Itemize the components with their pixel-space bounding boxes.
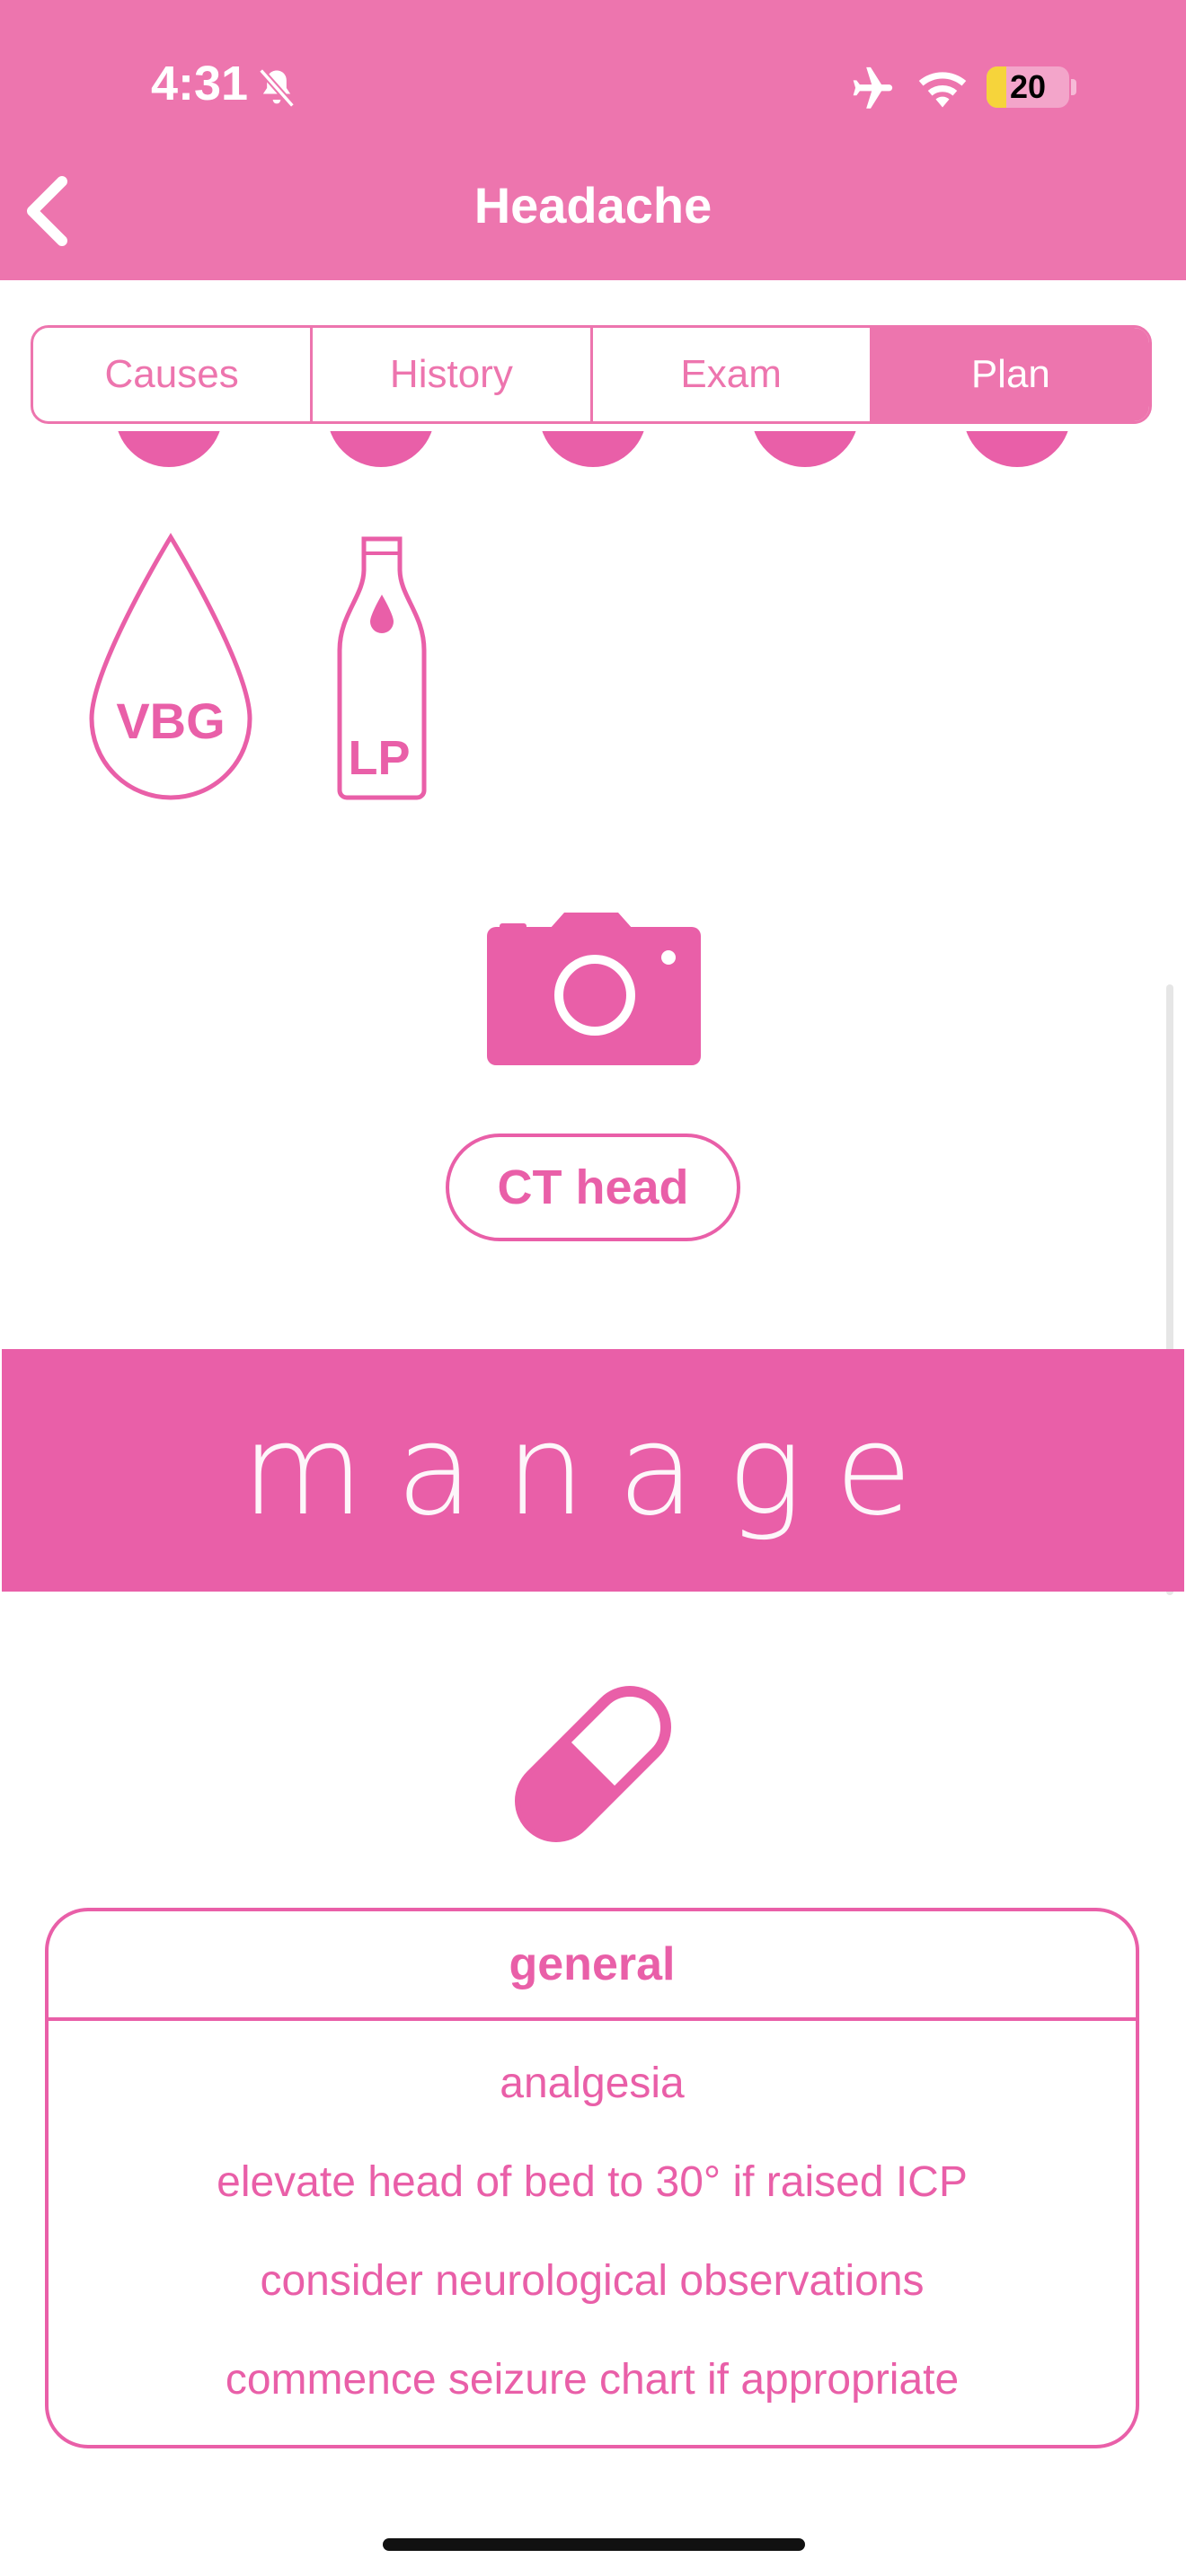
partial-investigation-icon[interactable] (327, 431, 435, 467)
general-card-list: analgesia elevate head of bed to 30° if … (49, 2021, 1136, 2429)
capsule-pill-icon (514, 1685, 672, 1843)
tab-exam[interactable]: Exam (593, 328, 872, 421)
home-indicator[interactable] (383, 2538, 805, 2551)
bottle-lp-icon[interactable]: LP (334, 534, 429, 803)
lp-label: LP (348, 731, 410, 785)
tab-causes[interactable]: Causes (33, 328, 314, 421)
ct-head-button[interactable]: CT head (446, 1134, 740, 1241)
list-item: consider neurological observations (260, 2256, 925, 2305)
battery-indicator: 20 (987, 66, 1069, 108)
list-item: analgesia (500, 2059, 685, 2107)
partial-investigation-icon[interactable] (539, 431, 647, 467)
general-card: general analgesia elevate head of bed to… (45, 1908, 1139, 2448)
manage-title: manage (241, 1397, 945, 1544)
nav-header: 4:31 20 Headache (0, 0, 1186, 280)
battery-level: 20 (1009, 68, 1047, 105)
camera-icon[interactable] (487, 911, 701, 1065)
bell-muted-icon (258, 67, 296, 109)
blood-drop-vbg-icon[interactable]: VBG (84, 532, 257, 803)
status-time: 4:31 (151, 57, 249, 110)
tab-history[interactable]: History (313, 328, 593, 421)
list-item: elevate head of bed to 30° if raised ICP (217, 2157, 968, 2206)
partial-investigation-icon[interactable] (751, 431, 859, 467)
general-card-title: general (49, 1911, 1136, 2021)
list-item: commence seizure chart if appropriate (225, 2355, 960, 2404)
airplane-icon (853, 66, 893, 109)
manage-section-banner: manage (2, 1349, 1184, 1592)
vbg-label: VBG (116, 693, 225, 749)
partial-investigation-icon[interactable] (115, 431, 223, 467)
battery-nub (1071, 79, 1076, 95)
partial-investigation-icon[interactable] (963, 431, 1071, 467)
segmented-tabs: Causes History Exam Plan (31, 325, 1152, 424)
tab-plan[interactable]: Plan (872, 328, 1149, 421)
page-title: Headache (474, 177, 712, 234)
wifi-icon (918, 72, 967, 108)
